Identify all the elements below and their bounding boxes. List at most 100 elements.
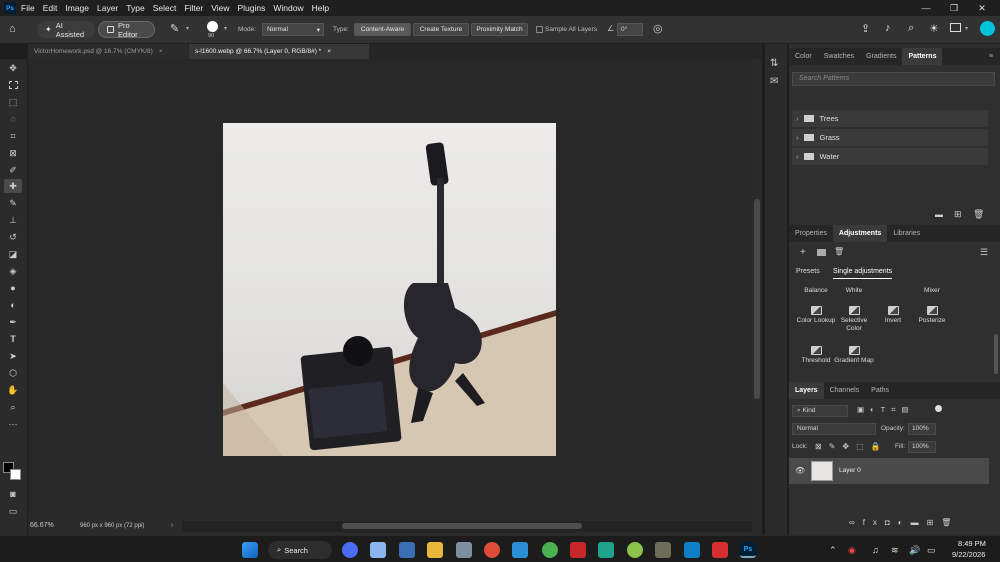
clone-stamp-tool-icon[interactable]: ⊥ bbox=[4, 213, 22, 227]
frame-tool-icon[interactable]: ⊠ bbox=[4, 146, 22, 160]
lasso-tool-icon[interactable]: ◌ bbox=[4, 112, 22, 126]
adj-selective-color[interactable]: Selective Color bbox=[833, 306, 875, 333]
adj-gradient-map[interactable]: Gradient Map bbox=[833, 346, 875, 365]
history-panel-icon[interactable]: ⇅ bbox=[770, 58, 778, 69]
media-app-icon[interactable] bbox=[570, 542, 586, 558]
folder-icon[interactable] bbox=[817, 249, 826, 256]
restore-button[interactable]: ❐ bbox=[940, 0, 968, 16]
move-tool-icon[interactable]: ✥ bbox=[4, 61, 22, 75]
spot-healing-tool-icon[interactable]: ✚ bbox=[4, 179, 22, 193]
adj-invert[interactable]: Invert bbox=[872, 306, 914, 325]
menu-image[interactable]: Image bbox=[65, 3, 89, 13]
marquee-tool-icon[interactable] bbox=[4, 78, 22, 92]
fill-input[interactable]: 100% bbox=[908, 441, 936, 453]
home-icon[interactable]: ⌂ bbox=[9, 23, 23, 36]
history-brush-tool-icon[interactable]: ↺ bbox=[4, 230, 22, 244]
brush-chevron-icon[interactable]: ▾ bbox=[224, 25, 227, 32]
angle-input[interactable]: 0° bbox=[617, 23, 643, 36]
mode-select[interactable]: Normal ▾ bbox=[262, 23, 324, 36]
dodge-tool-icon[interactable]: ◐ bbox=[4, 298, 22, 312]
eyedropper-tool-icon[interactable]: ✐ bbox=[4, 163, 22, 177]
horizontal-scrollbar[interactable] bbox=[182, 521, 752, 532]
menu-file[interactable]: File bbox=[21, 3, 35, 13]
lock-icons[interactable]: ⊠✎✥⬚🔒 bbox=[815, 442, 888, 451]
layer-name[interactable]: Layer 0 bbox=[839, 467, 861, 474]
volume-icon[interactable]: 🔊 bbox=[909, 545, 920, 556]
close-icon[interactable]: × bbox=[327, 48, 331, 55]
layer-row[interactable]: 👁 Layer 0 bbox=[789, 458, 989, 484]
layer-filter-icons[interactable]: ▣◐T⌗▤ bbox=[857, 405, 915, 415]
tab-properties[interactable]: Properties bbox=[789, 225, 833, 242]
ai-assisted-toggle[interactable]: ✦ AI Assisted bbox=[37, 21, 95, 39]
add-adjustment-icon[interactable]: + bbox=[800, 247, 806, 258]
workspace-chevron-icon[interactable]: ▾ bbox=[965, 25, 968, 32]
tab-channels[interactable]: Channels bbox=[824, 382, 866, 399]
subtab-presets[interactable]: Presets bbox=[796, 268, 820, 275]
path-selection-tool-icon[interactable]: ➤ bbox=[4, 349, 22, 363]
status-menu-chevron-icon[interactable]: › bbox=[171, 522, 173, 529]
security-icon[interactable]: ◉ bbox=[848, 545, 856, 556]
menu-edit[interactable]: Edit bbox=[43, 3, 58, 13]
screen-mode-icon[interactable]: ▭ bbox=[4, 504, 22, 518]
opacity-input[interactable]: 100% bbox=[908, 423, 936, 435]
vertical-scrollbar[interactable] bbox=[752, 59, 762, 519]
discover-icon[interactable]: ☀ bbox=[929, 22, 939, 35]
crop-tool-icon[interactable]: ⌗ bbox=[4, 129, 22, 143]
discord-icon[interactable] bbox=[342, 542, 358, 558]
content-aware-button[interactable]: Content-Aware bbox=[354, 23, 411, 36]
menu-filter[interactable]: Filter bbox=[184, 3, 203, 13]
close-icon[interactable]: × bbox=[159, 48, 163, 55]
quick-mask-icon[interactable]: ◙ bbox=[4, 487, 22, 501]
clock-date[interactable]: 9/22/2026 bbox=[952, 550, 985, 559]
tab-color[interactable]: Color bbox=[789, 48, 818, 65]
comments-panel-icon[interactable]: ✉ bbox=[770, 76, 778, 87]
acrobat-icon[interactable] bbox=[712, 542, 728, 558]
menu-help[interactable]: Help bbox=[312, 3, 329, 13]
blur-tool-icon[interactable]: ● bbox=[4, 281, 22, 295]
brush-tool-icon[interactable]: ✎ bbox=[4, 196, 22, 210]
subtab-single-adjustments[interactable]: Single adjustments bbox=[833, 268, 893, 279]
preset-chevron-icon[interactable]: ▾ bbox=[186, 25, 189, 32]
file-explorer-icon[interactable] bbox=[427, 542, 443, 558]
tab-paths[interactable]: Paths bbox=[865, 382, 895, 399]
list-view-icon[interactable]: ☰ bbox=[980, 247, 988, 258]
menu-view[interactable]: View bbox=[211, 3, 229, 13]
menu-layer[interactable]: Layer bbox=[97, 3, 118, 13]
tab-swatches[interactable]: Swatches bbox=[818, 48, 860, 65]
pattern-folder-water[interactable]: › Water bbox=[792, 148, 988, 165]
zoom-tool-icon[interactable]: ⌕ bbox=[4, 400, 22, 414]
eraser-tool-icon[interactable]: ◪ bbox=[4, 247, 22, 261]
notepad-icon[interactable] bbox=[399, 542, 415, 558]
tab-victor-homework[interactable]: VictorHomework.psd @ 16.7% (CMYK/8) × bbox=[28, 44, 188, 59]
tab-s-l1600[interactable]: s-l1600.webp @ 66.7% (Layer 0, RGB/8#) *… bbox=[189, 44, 369, 59]
hand-tool-icon[interactable]: ✋ bbox=[4, 383, 22, 397]
background-color-swatch[interactable] bbox=[10, 469, 21, 480]
notification-bell-icon[interactable]: ♪ bbox=[885, 22, 891, 34]
canvas-area[interactable] bbox=[28, 59, 752, 519]
adj-balance[interactable]: Balance bbox=[795, 287, 837, 295]
sound-tray-icon[interactable]: ♫ bbox=[872, 545, 879, 555]
menu-select[interactable]: Select bbox=[153, 3, 177, 13]
document-image[interactable] bbox=[223, 123, 556, 456]
pattern-folder-trees[interactable]: › Trees bbox=[792, 110, 988, 127]
tab-gradients[interactable]: Gradients bbox=[860, 48, 902, 65]
new-pattern-icon[interactable]: ⊞ bbox=[954, 209, 962, 220]
start-icon[interactable] bbox=[242, 542, 258, 558]
copilot-icon[interactable] bbox=[370, 542, 386, 558]
network-app-icon[interactable] bbox=[456, 542, 472, 558]
search-app-icon[interactable]: ⌕ bbox=[908, 22, 914, 35]
minimize-button[interactable]: — bbox=[912, 0, 940, 16]
layer-kind-filter[interactable]: ⌕ Kind bbox=[792, 405, 848, 417]
more-tools-icon[interactable]: ··· bbox=[4, 417, 22, 431]
chrome-canary-icon[interactable] bbox=[627, 542, 643, 558]
close-window-button[interactable]: ✕ bbox=[968, 0, 996, 16]
avatar[interactable] bbox=[980, 21, 995, 36]
outlook-icon[interactable] bbox=[684, 542, 700, 558]
chevron-up-icon[interactable]: ⌃ bbox=[829, 545, 837, 556]
healing-brush-icon[interactable]: ✎ bbox=[170, 22, 179, 35]
chrome-profile-icon[interactable] bbox=[542, 542, 558, 558]
delete-icon[interactable]: 🗑 bbox=[834, 247, 844, 256]
blend-mode-select[interactable]: Normal bbox=[792, 423, 876, 435]
adjustments-scrollbar[interactable] bbox=[994, 334, 998, 374]
tab-libraries[interactable]: Libraries bbox=[887, 225, 926, 242]
